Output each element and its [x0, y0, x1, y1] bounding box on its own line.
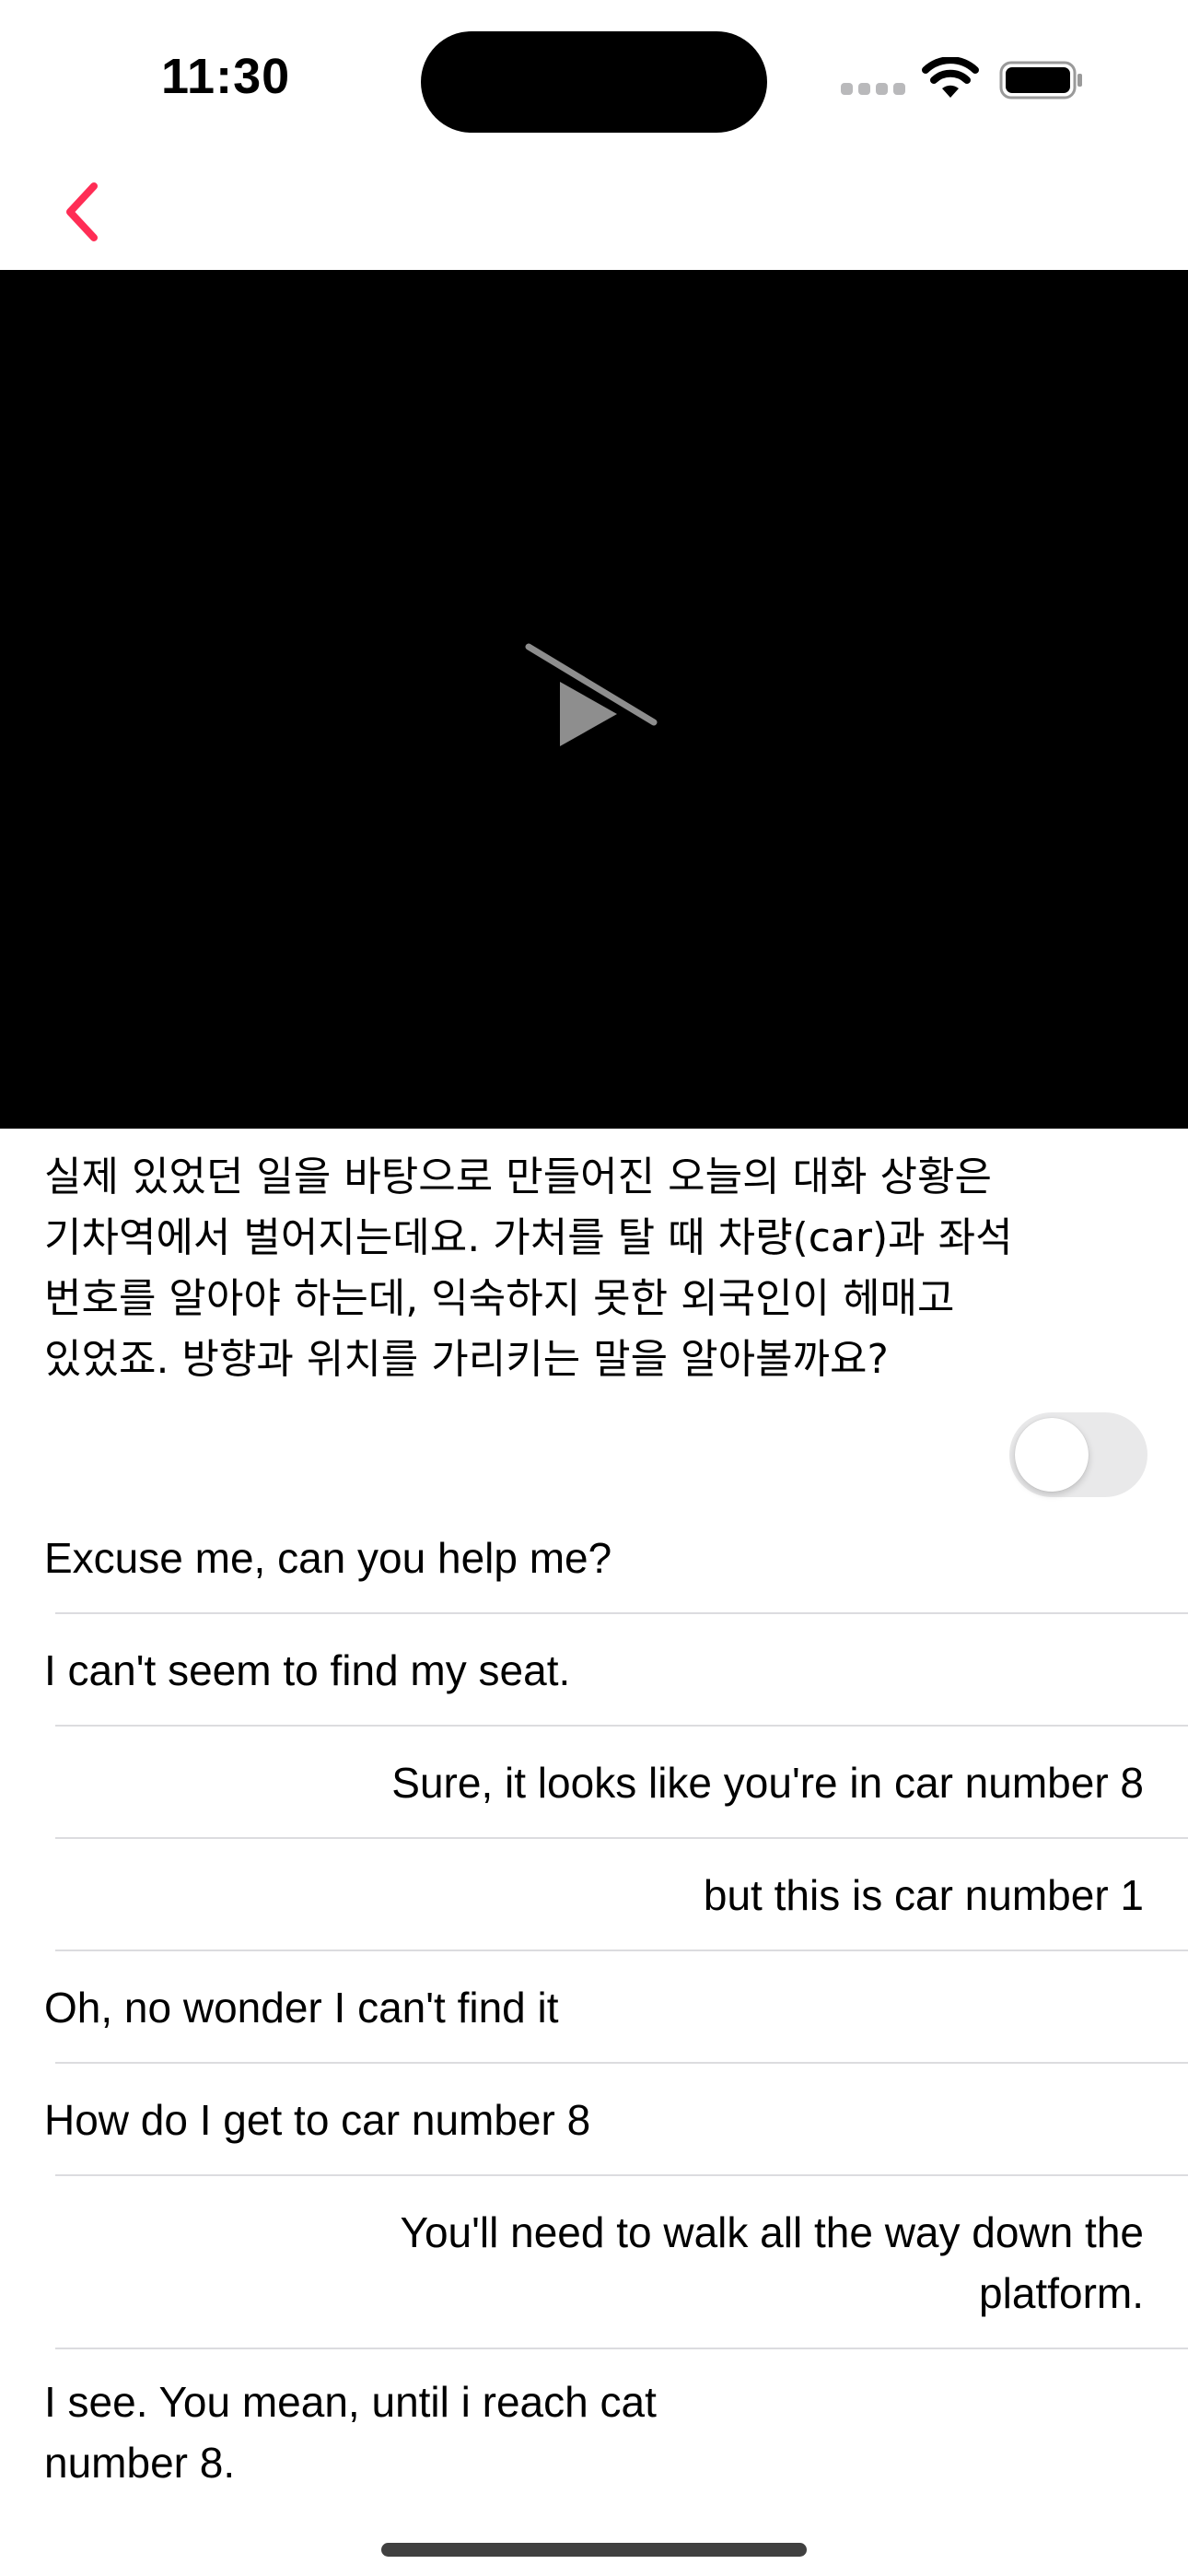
dynamic-island — [421, 31, 767, 133]
dialogue-text: How do I get to car number 8 — [44, 2096, 591, 2144]
dialogue-line[interactable]: I can't seem to find my seat. — [0, 1614, 1188, 1727]
back-button[interactable] — [55, 175, 120, 249]
description-line: 실제 있었던 일을 바탕으로 만들어진 오늘의 대화 상황은 — [44, 1153, 992, 1200]
description-line: 있었죠. 방향과 위치를 가리키는 말을 알아볼까요? — [44, 1336, 889, 1383]
dialogue-line[interactable]: Excuse me, can you help me? — [0, 1502, 1188, 1614]
dialogue-text: Excuse me, can you help me? — [44, 1534, 612, 1582]
dialogue-list: Excuse me, can you help me? I can't seem… — [0, 1502, 1188, 2515]
dialogue-line[interactable]: You'll need to walk all the way down the… — [0, 2176, 1188, 2349]
toggle-knob — [1015, 1418, 1089, 1492]
description-line: 번호를 알아야 하는데, 익숙하지 못한 외국인이 헤매고 — [44, 1275, 955, 1322]
cellular-signal-icon — [841, 83, 905, 98]
dialogue-text: I see. You mean, until i reach cat numbe… — [44, 2378, 657, 2487]
wifi-icon — [922, 57, 979, 98]
video-player[interactable] — [0, 270, 1188, 1129]
battery-icon — [999, 61, 1082, 100]
dialogue-text: but this is car number 1 — [703, 1871, 1144, 1919]
screen: 11:30 실제 있었던 일을 바탕으로 만들어진 오늘의 대화 상황은 기차역… — [0, 0, 1188, 2576]
translation-toggle[interactable] — [1009, 1412, 1147, 1497]
dialogue-line[interactable]: Sure, it looks like you're in car number… — [0, 1727, 1188, 1839]
dialogue-text: I can't seem to find my seat. — [44, 1646, 571, 1694]
dialogue-text: Oh, no wonder I can't find it — [44, 1984, 559, 2032]
dialogue-text: Sure, it looks like you're in car number… — [391, 1759, 1144, 1807]
home-indicator — [381, 2543, 807, 2557]
dialogue-text: You'll need to walk all the way down the… — [400, 2208, 1145, 2317]
chevron-left-icon — [66, 182, 98, 241]
dialogue-line[interactable]: but this is car number 1 — [0, 1839, 1188, 1951]
dialogue-line[interactable]: I see. You mean, until i reach cat numbe… — [0, 2349, 1188, 2515]
dialogue-line[interactable]: How do I get to car number 8 — [0, 2064, 1188, 2176]
description-line: 기차역에서 벌어지는데요. 가처를 탈 때 차량(car)과 좌석 — [44, 1214, 1013, 1261]
play-slash-icon — [525, 643, 658, 746]
lesson-description: 실제 있었던 일을 바탕으로 만들어진 오늘의 대화 상황은 기차역에서 벌어지… — [44, 1147, 1159, 1390]
dialogue-line[interactable]: Oh, no wonder I can't find it — [0, 1951, 1188, 2064]
status-time: 11:30 — [161, 49, 291, 104]
